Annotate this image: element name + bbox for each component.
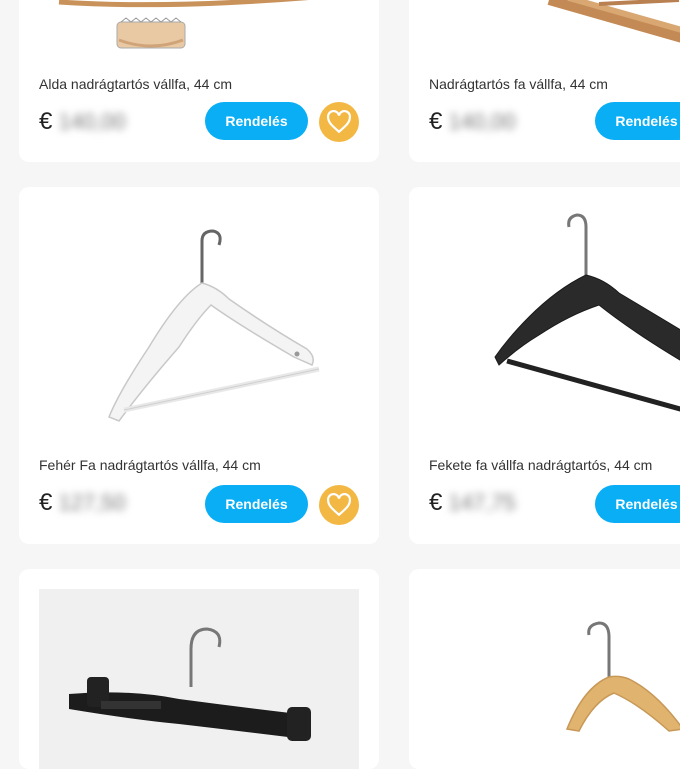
currency-symbol: € [429,108,443,135]
product-title[interactable]: Fehér Fa nadrágtartós vállfa, 44 cm [39,457,261,473]
product-card[interactable]: Fehér Fa nadrágtartós vállfa, 44 cm € 12… [19,187,379,544]
currency-symbol: € [39,108,53,135]
product-title[interactable]: Nadrágtartós fa vállfa, 44 cm [429,76,608,92]
product-title[interactable]: Fekete fa vállfa nadrágtartós, 44 cm [429,457,652,473]
product-price: € 147,75 [429,489,516,517]
order-button[interactable]: Rendelés [595,485,680,523]
product-price: € 140,00 [429,108,516,136]
heart-icon [327,493,351,517]
order-button[interactable]: Rendelés [205,485,308,523]
order-button[interactable]: Rendelés [205,102,308,140]
currency-symbol: € [39,489,53,516]
product-card[interactable]: Nadrágtartós fa vállfa, 44 cm € 140,00 R… [409,0,680,162]
currency-symbol: € [429,489,443,516]
product-card[interactable]: Fekete fa vállfa nadrágtartós, 44 cm € 1… [409,187,680,544]
product-price: € 127,50 [39,489,126,517]
favorite-button[interactable] [319,485,359,525]
product-price: € 140,00 [39,108,126,136]
product-card[interactable] [409,569,680,769]
product-card[interactable] [19,569,379,769]
product-card[interactable]: Alda nadrágtartós vállfa, 44 cm € 140,00… [19,0,379,162]
product-image[interactable] [39,0,359,60]
price-value: 140,00 [448,109,516,134]
order-button[interactable]: Rendelés [595,102,680,140]
product-image[interactable] [429,0,680,60]
price-value: 127,50 [58,490,126,515]
price-value: 140,00 [58,109,126,134]
product-title[interactable]: Alda nadrágtartós vállfa, 44 cm [39,76,232,92]
favorite-button[interactable] [319,102,359,142]
product-image[interactable] [429,207,680,437]
price-value: 147,75 [448,490,516,515]
product-image[interactable] [39,207,359,437]
product-image[interactable] [39,589,359,769]
heart-icon [327,110,351,134]
product-image[interactable] [429,589,680,769]
